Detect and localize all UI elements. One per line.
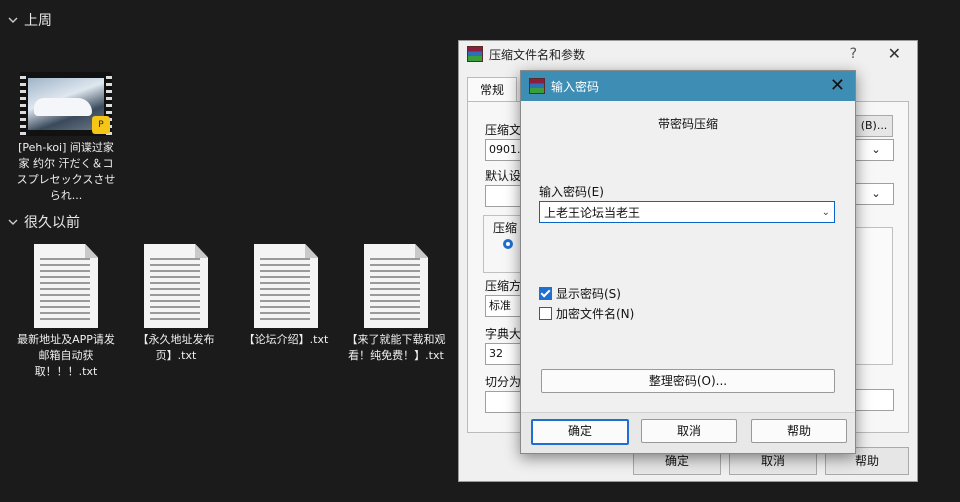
file-label: 【来了就能下载和观看！纯免费！】.txt (346, 333, 446, 362)
options-list (855, 227, 893, 365)
chevron-down-icon (8, 219, 18, 225)
group-header-long-ago[interactable]: 很久以前 (8, 212, 80, 232)
profile-label: 默认设 (485, 169, 522, 183)
video-badge-icon: P (92, 116, 110, 134)
chevron-down-icon (8, 17, 18, 23)
format-label: 压缩 (493, 221, 518, 235)
dialog-title: 压缩文件名和参数 (489, 47, 586, 62)
close-icon[interactable]: ✕ (888, 44, 901, 63)
password-label: 输入密码(E) (539, 185, 604, 199)
file-txt[interactable]: 最新地址及APP请发邮箱自动获取！！！.txt (16, 244, 116, 380)
dialog-titlebar[interactable]: 压缩文件名和参数 (459, 41, 917, 67)
password-value: 上老王论坛当老王 (544, 206, 641, 220)
close-icon[interactable]: ✕ (830, 75, 845, 96)
encrypt-filenames-checkbox[interactable]: 加密文件名(N) (539, 305, 634, 322)
checkbox-checked-icon (539, 287, 552, 300)
file-txt[interactable]: 【永久地址发布页】.txt (126, 244, 226, 364)
help-button[interactable]: 帮助 (751, 419, 847, 443)
dialog-titlebar[interactable]: 输入密码 (521, 71, 855, 101)
text-file-icon (364, 244, 428, 328)
dialog-heading: 带密码压缩 (657, 117, 718, 131)
file-label: 最新地址及APP请发邮箱自动获取！！！.txt (17, 333, 115, 378)
dialog-title: 输入密码 (551, 79, 600, 94)
group-label: 很久以前 (24, 215, 80, 231)
password-input[interactable]: 上老王论坛当老王 ⌄ (539, 201, 835, 223)
organize-passwords-button[interactable]: 整理密码(O)... (541, 369, 835, 393)
dictionary-label: 字典大 (485, 327, 522, 341)
tab-general[interactable]: 常规 (467, 77, 517, 102)
chevron-down-icon: ⌄ (871, 143, 881, 156)
format-radio[interactable] (503, 239, 513, 249)
password-dialog: 输入密码 ✕ 带密码压缩 输入密码(E) 上老王论坛当老王 ⌄ 显示密码(S) … (520, 70, 856, 454)
file-label: 【论坛介绍】.txt (243, 333, 329, 346)
show-password-checkbox[interactable]: 显示密码(S) (539, 285, 621, 302)
file-txt[interactable]: 【来了就能下载和观看！纯免费！】.txt (346, 244, 446, 364)
file-video[interactable]: P [Peh-koi] 间谍过家家 约尔 汗だく＆コスプレセックスさせられ... (16, 72, 116, 204)
winrar-icon (467, 46, 483, 62)
cancel-button[interactable]: 取消 (641, 419, 737, 443)
chevron-down-icon: ⌄ (871, 187, 881, 200)
show-password-label: 显示密码(S) (556, 287, 621, 301)
archive-name-label: 压缩文 (485, 123, 522, 137)
split-dropdown[interactable] (855, 389, 894, 411)
text-file-icon (254, 244, 318, 328)
video-thumbnail: P (20, 72, 112, 136)
winrar-icon (529, 78, 545, 94)
file-txt[interactable]: 【论坛介绍】.txt (236, 244, 336, 348)
checkbox-unchecked-icon (539, 307, 552, 320)
browse-button[interactable]: (B)... (855, 115, 893, 137)
split-label: 切分为 (485, 375, 522, 389)
profile-dropdown[interactable]: ⌄ (855, 183, 894, 205)
help-icon[interactable]: ? (850, 46, 857, 62)
text-file-icon (144, 244, 208, 328)
text-file-icon (34, 244, 98, 328)
file-label: [Peh-koi] 间谍过家家 约尔 汗だく＆コスプレセックスさせられ... (16, 141, 116, 202)
method-label: 压缩方 (485, 279, 522, 293)
group-header-last-week[interactable]: 上周 (8, 10, 52, 30)
archive-name-dropdown[interactable]: ⌄ (855, 139, 894, 161)
encrypt-filenames-label: 加密文件名(N) (556, 307, 635, 321)
ok-button[interactable]: 确定 (531, 419, 629, 445)
chevron-down-icon[interactable]: ⌄ (822, 202, 830, 224)
file-label: 【永久地址发布页】.txt (137, 333, 215, 362)
group-label: 上周 (24, 13, 52, 29)
